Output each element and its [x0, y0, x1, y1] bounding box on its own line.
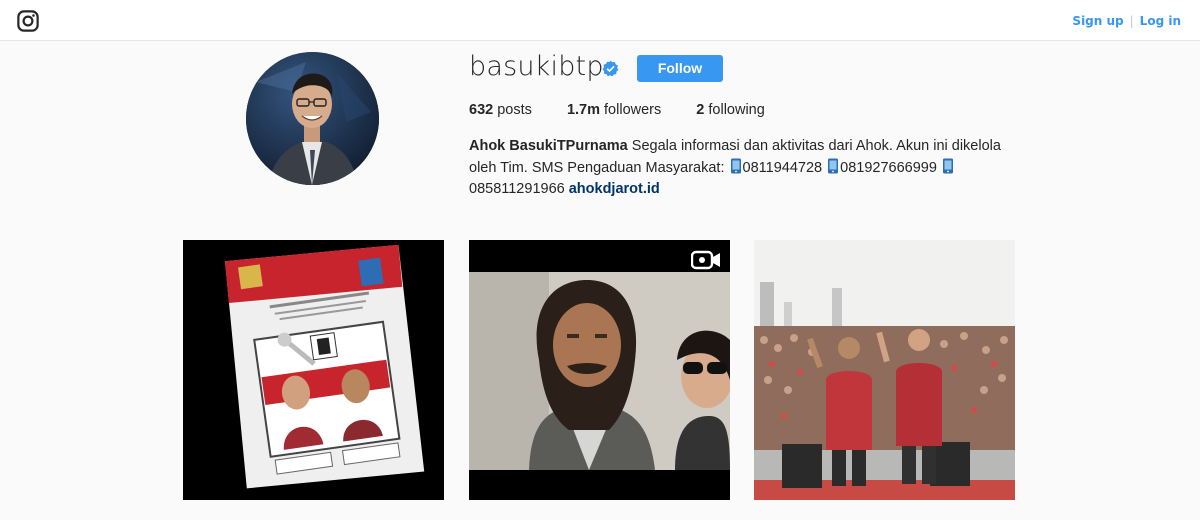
top-navigation-bar: Sign up | Log in [0, 0, 1200, 41]
bio-website-link[interactable]: ahokdjarot.id [569, 181, 660, 197]
posts-stat: 632 posts [469, 102, 532, 118]
auth-links: Sign up | Log in [1072, 14, 1181, 28]
auth-separator: | [1129, 14, 1134, 28]
posts-label: posts [497, 102, 532, 118]
profile-bio: Ahok BasukiTPurnama Segala informasi dan… [469, 136, 1029, 201]
verified-badge-icon [602, 60, 619, 77]
video-camera-icon [691, 250, 720, 270]
posts-count: 632 [469, 102, 494, 118]
followers-stat[interactable]: 1.7m followers [567, 102, 661, 118]
instagram-camera-icon[interactable] [17, 10, 39, 32]
followers-count: 1.7m [566, 102, 600, 118]
following-stat[interactable]: 2 following [696, 102, 765, 118]
mobile-phone-icon [828, 158, 839, 173]
profile-avatar [246, 52, 379, 185]
post-thumbnail-2[interactable] [469, 240, 730, 500]
post-thumbnail-1[interactable] [183, 240, 444, 500]
signup-link[interactable]: Sign up [1072, 14, 1123, 28]
post-thumbnail-3[interactable] [754, 240, 1015, 500]
profile-full-name: Ahok BasukiTPurnama [469, 138, 628, 154]
followers-label: followers [604, 102, 662, 118]
profile-username: basukibtp [469, 51, 604, 82]
phone-number-1: 0811944728 [742, 159, 823, 176]
mobile-phone-icon [730, 158, 741, 173]
login-link[interactable]: Log in [1140, 14, 1181, 28]
following-label: following [708, 102, 765, 118]
phone-number-2: 081927666999 [840, 159, 937, 176]
follow-button[interactable]: Follow [637, 55, 723, 82]
phone-number-3: 085811291966 [469, 181, 565, 197]
profile-stats: 632 posts 1.7m followers 2 following [469, 102, 796, 118]
mobile-phone-icon [942, 158, 953, 173]
following-count: 2 [696, 102, 705, 118]
